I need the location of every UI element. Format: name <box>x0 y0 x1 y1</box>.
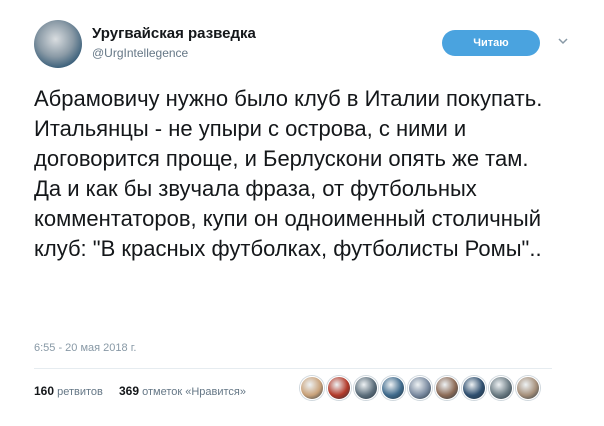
retweets-count[interactable]: 160 <box>34 384 54 398</box>
chevron-down-icon[interactable] <box>556 34 570 48</box>
likes-label[interactable]: отметок «Нравится» <box>142 386 246 398</box>
liker-avatar[interactable] <box>300 376 324 400</box>
tweet-timestamp[interactable]: 6:55 - 20 мая 2018 г. <box>34 342 136 354</box>
author-name[interactable]: Уругвайская разведка <box>92 25 256 42</box>
tweet-text: Абрамовичу нужно было клуб в Италии поку… <box>34 84 589 264</box>
follow-button[interactable]: Читаю <box>442 30 540 56</box>
divider <box>34 368 552 369</box>
liker-avatar[interactable] <box>327 376 351 400</box>
likes-count[interactable]: 369 <box>119 384 139 398</box>
liker-avatar[interactable] <box>435 376 459 400</box>
liker-avatar[interactable] <box>462 376 486 400</box>
liker-avatar[interactable] <box>354 376 378 400</box>
retweets-label[interactable]: ретвитов <box>57 386 103 398</box>
liker-avatar[interactable] <box>408 376 432 400</box>
liker-avatar[interactable] <box>489 376 513 400</box>
liker-avatar[interactable] <box>381 376 405 400</box>
liker-avatar[interactable] <box>516 376 540 400</box>
likers-avatars <box>300 376 540 400</box>
tweet-card: Уругвайская разведка @UrgIntellegence Чи… <box>0 0 604 426</box>
tweet-paragraph: Да и как бы звучала фраза, от футбольных… <box>34 176 542 261</box>
tweet-stats: 160 ретвитов 369 отметок «Нравится» <box>34 384 246 398</box>
tweet-paragraph: Абрамовичу нужно было клуб в Италии поку… <box>34 86 543 171</box>
author-handle[interactable]: @UrgIntellegence <box>92 46 188 60</box>
author-avatar[interactable] <box>34 20 82 68</box>
